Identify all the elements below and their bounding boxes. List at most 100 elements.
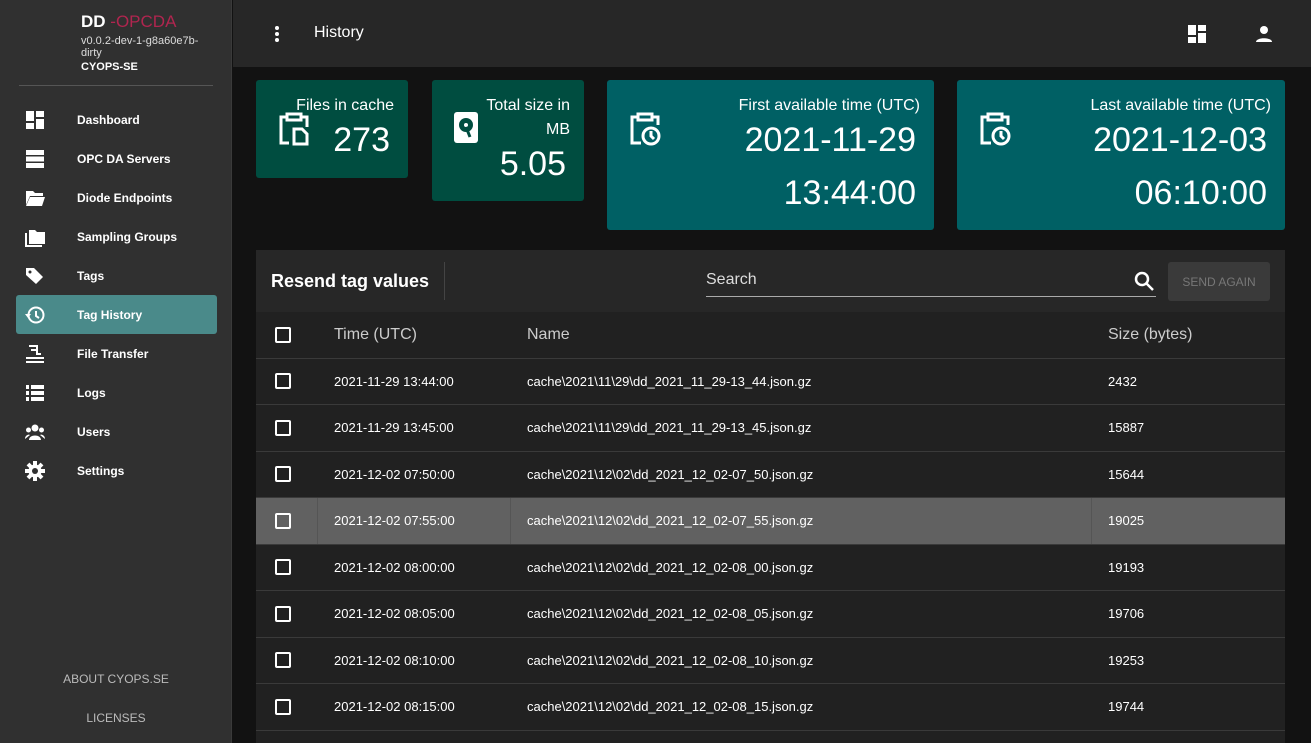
cell-time: 2021-11-29 13:45:00 bbox=[334, 420, 454, 436]
sidebar-item-users[interactable]: Users bbox=[16, 412, 217, 451]
row-checkbox[interactable] bbox=[275, 512, 291, 529]
first-time-card: First available time (UTC) 2021-11-29 13… bbox=[607, 80, 934, 230]
sidebar-item-label: Tags bbox=[77, 268, 105, 283]
cell-time: 2021-12-02 08:10:00 bbox=[334, 652, 455, 668]
dashboard-layout-icon[interactable] bbox=[1188, 25, 1206, 48]
version: v0.0.2-dev-1-g8a60e7b-dirty bbox=[81, 35, 199, 59]
sidebar-item-label: File Transfer bbox=[77, 346, 149, 361]
cell-size: 2432 bbox=[1108, 373, 1137, 389]
col-time[interactable]: Time (UTC) bbox=[318, 312, 511, 358]
table-row[interactable]: 2021-12-02 08:15:00 cache\2021\12\02\dd_2… bbox=[256, 684, 1285, 731]
row-checkbox[interactable] bbox=[275, 605, 291, 622]
divider bbox=[19, 85, 213, 86]
card-value-date: 2021-11-29 bbox=[744, 121, 916, 159]
page-title: History bbox=[314, 24, 364, 41]
sidebar-item-opc-da-servers[interactable]: OPC DA Servers bbox=[16, 139, 217, 178]
list-icon bbox=[24, 384, 46, 402]
row-checkbox[interactable] bbox=[275, 466, 291, 483]
cell-time: 2021-12-02 07:50:00 bbox=[334, 466, 455, 482]
sidebar-item-sampling-groups[interactable]: Sampling Groups bbox=[16, 217, 217, 256]
row-checkbox[interactable] bbox=[275, 419, 291, 436]
clipboard-file-icon bbox=[278, 112, 310, 151]
col-size[interactable]: Size (bytes) bbox=[1092, 312, 1192, 358]
files-in-cache-card: Files in cache 273 bbox=[256, 80, 408, 178]
search-input[interactable]: Search bbox=[706, 267, 1156, 297]
server-icon bbox=[24, 149, 46, 168]
about-link[interactable]: ABOUT CYOPS.SE bbox=[0, 672, 232, 686]
last-time-card: Last available time (UTC) 2021-12-03 06:… bbox=[957, 80, 1285, 230]
panel-title: Resend tag values bbox=[271, 271, 430, 291]
cell-size: 19025 bbox=[1108, 513, 1145, 529]
cell-name: cache\2021\12\02\dd_2021_12_02-08_00.jso… bbox=[527, 559, 814, 575]
cell-name: cache\2021\11\29\dd_2021_11_29-13_45.jso… bbox=[527, 420, 812, 436]
table-row[interactable]: 2021-12-02 08:05:00 cache\2021\12\02\dd_2… bbox=[256, 591, 1285, 638]
sidebar-item-diode-endpoints[interactable]: Diode Endpoints bbox=[16, 178, 217, 217]
sidebar-item-file-transfer[interactable]: File Transfer bbox=[16, 334, 217, 373]
table-row[interactable]: 2021-11-29 13:44:00 cache\2021\11\29\dd_2… bbox=[256, 359, 1285, 405]
cell-name: cache\2021\12\02\dd_2021_12_02-08_05.jso… bbox=[527, 606, 814, 622]
sidebar-item-tags[interactable]: Tags bbox=[16, 256, 217, 295]
sidebar-item-label: OPC DA Servers bbox=[77, 151, 171, 166]
table-row[interactable]: 2021-12-02 07:50:00 cache\2021\12\02\dd_2… bbox=[256, 452, 1285, 498]
cell-size: 15887 bbox=[1108, 420, 1145, 436]
row-checkbox[interactable] bbox=[275, 652, 291, 669]
gear-icon bbox=[24, 460, 46, 481]
cell-size: 19253 bbox=[1108, 652, 1145, 668]
tags-icon bbox=[24, 267, 46, 285]
users-icon bbox=[24, 423, 46, 441]
account-icon[interactable] bbox=[1255, 25, 1273, 48]
cell-time: 2021-12-02 08:05:00 bbox=[334, 606, 455, 622]
history-icon bbox=[24, 306, 46, 324]
col-name[interactable]: Name bbox=[511, 312, 1092, 358]
card-value: 5.05 bbox=[499, 145, 566, 183]
send-again-button[interactable]: SEND AGAIN bbox=[1168, 262, 1270, 301]
brand-title: DD -OPCDA bbox=[81, 12, 177, 31]
row-checkbox[interactable] bbox=[275, 559, 291, 576]
cell-time: 2021-12-02 08:15:00 bbox=[334, 699, 455, 715]
sidebar-item-tag-history[interactable]: Tag History bbox=[16, 295, 217, 334]
sidebar-item-label: Settings bbox=[77, 463, 125, 478]
clipboard-clock-icon bbox=[629, 112, 661, 151]
org: CYOPS-SE bbox=[81, 61, 138, 73]
search-placeholder: Search bbox=[706, 271, 757, 288]
file-transfer-icon bbox=[24, 344, 46, 363]
cell-name: cache\2021\12\02\dd_2021_12_02-08_10.jso… bbox=[527, 652, 814, 668]
folders-icon bbox=[24, 228, 46, 247]
cell-size: 19744 bbox=[1108, 699, 1145, 715]
sidebar-item-label: Diode Endpoints bbox=[77, 190, 173, 205]
select-all-checkbox[interactable] bbox=[275, 326, 291, 343]
cell-size: 19193 bbox=[1108, 559, 1145, 575]
sidebar-item-label: Dashboard bbox=[77, 112, 140, 127]
sidebar-item-label: Tag History bbox=[77, 307, 143, 322]
card-value: 273 bbox=[333, 121, 390, 159]
sidebar-item-label: Logs bbox=[77, 385, 106, 400]
cell-name: cache\2021\12\02\dd_2021_12_02-07_50.jso… bbox=[527, 466, 814, 482]
sidebar: DD -OPCDA v0.0.2-dev-1-g8a60e7b-dirty CY… bbox=[0, 0, 232, 743]
cell-time: 2021-12-02 08:00:00 bbox=[334, 559, 455, 575]
sidebar-item-settings[interactable]: Settings bbox=[16, 451, 217, 490]
cell-name: cache\2021\11\29\dd_2021_11_29-13_44.jso… bbox=[527, 373, 812, 389]
more-vert-icon[interactable] bbox=[273, 24, 281, 49]
search-icon[interactable] bbox=[1134, 271, 1154, 291]
table-row[interactable]: 2021-11-29 13:45:00 cache\2021\11\29\dd_2… bbox=[256, 405, 1285, 452]
card-value-date: 2021-12-03 bbox=[1093, 121, 1267, 159]
divider bbox=[444, 262, 445, 300]
cell-name: cache\2021\12\02\dd_2021_12_02-07_55.jso… bbox=[511, 498, 1092, 544]
total-size-card: Total size in MB 5.05 bbox=[432, 80, 584, 201]
table-header: Time (UTC) Name Size (bytes) bbox=[256, 312, 1285, 359]
cell-time: 2021-12-02 07:55:00 bbox=[318, 498, 511, 544]
dashboard-icon bbox=[24, 110, 46, 129]
card-value-time: 06:10:00 bbox=[1134, 174, 1267, 212]
topbar: History bbox=[233, 0, 1311, 67]
sidebar-item-label: Sampling Groups bbox=[77, 229, 178, 244]
row-checkbox[interactable] bbox=[275, 373, 291, 390]
table-row[interactable]: 2021-12-02 07:55:00 cache\2021\12\02\dd_2… bbox=[256, 498, 1285, 545]
row-checkbox[interactable] bbox=[275, 698, 291, 715]
sidebar-item-logs[interactable]: Logs bbox=[16, 373, 217, 412]
sidebar-item-dashboard[interactable]: Dashboard bbox=[16, 100, 217, 139]
table-row[interactable]: 2021-12-02 08:00:00 cache\2021\12\02\dd_2… bbox=[256, 545, 1285, 591]
sidebar-item-label: Users bbox=[77, 424, 111, 439]
table-row[interactable]: 2021-12-02 08:10:00 cache\2021\12\02\dd_2… bbox=[256, 638, 1285, 684]
cell-size: 19706 bbox=[1108, 606, 1145, 622]
licenses-link[interactable]: LICENSES bbox=[0, 711, 232, 725]
